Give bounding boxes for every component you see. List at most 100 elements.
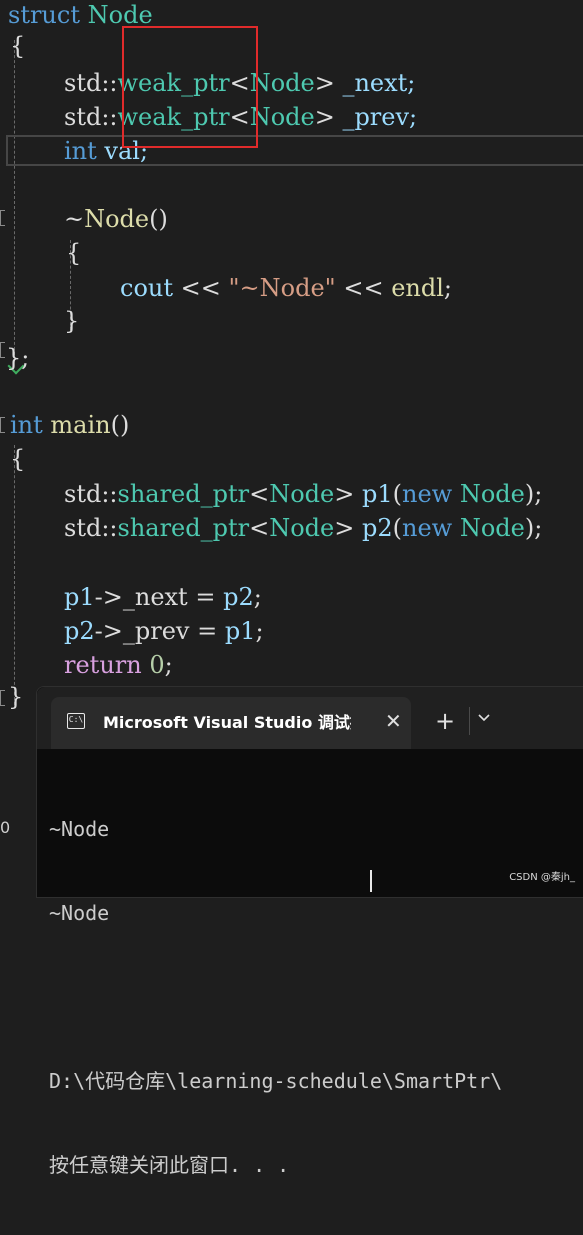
paren-open: ( <box>392 480 402 508</box>
output-line: 按任意键关闭此窗口. . . <box>49 1153 290 1177</box>
indent-guide <box>14 445 15 705</box>
add-tab-icon[interactable]: + <box>435 709 455 733</box>
code-line: cout << "~Node" << endl; <box>120 271 452 305</box>
string-literal: ~Node <box>239 274 325 302</box>
angle-close: > <box>314 103 335 131</box>
operator: << <box>335 274 392 302</box>
function-name: Node <box>84 205 150 233</box>
code-line: { <box>10 29 25 63</box>
member-name: _next; <box>334 69 416 97</box>
type-name: Node <box>269 480 335 508</box>
chevron-down-icon[interactable] <box>477 711 491 725</box>
type-name: Node <box>459 514 525 542</box>
string-quote: " <box>324 274 336 302</box>
fold-marker[interactable] <box>0 210 5 226</box>
angle-close: > <box>334 480 355 508</box>
tab-title: Microsoft Visual Studio 调试控制台 <box>103 713 351 732</box>
brace: }; <box>6 344 30 372</box>
tilde: ~ <box>64 205 85 233</box>
output-line: ~Node <box>49 901 110 925</box>
arrow-operator: -> <box>94 583 123 611</box>
variable-name: p1 <box>361 480 393 508</box>
variable-name: p2 <box>64 617 95 645</box>
output-line: ~Node <box>49 817 110 841</box>
variable-name: p2 <box>361 514 393 542</box>
namespace: std:: <box>64 480 118 508</box>
watermark: CSDN @秦jh_ <box>509 872 575 883</box>
fold-marker[interactable] <box>0 342 5 358</box>
angle-open: < <box>249 514 270 542</box>
type-name: Node <box>459 480 525 508</box>
operator: << <box>173 274 229 302</box>
paren-close: ); <box>524 514 543 542</box>
indent-guide <box>14 40 15 360</box>
number-literal: 0 <box>149 651 165 679</box>
keyword: return <box>64 651 142 679</box>
code-line: p1->_next = p2; <box>64 580 262 614</box>
angle-close: > <box>334 514 355 542</box>
code-line: return 0; <box>64 648 173 682</box>
member-name: _next <box>122 583 188 611</box>
keyword: struct <box>8 1 80 29</box>
close-icon[interactable]: ✕ <box>385 709 402 733</box>
output-line: D:\代码仓库\learning-schedule\SmartPtr\ <box>49 1069 503 1093</box>
debug-console-window[interactable]: C:\ Microsoft Visual Studio 调试控制台 ✕ + ~N… <box>36 686 583 1177</box>
string-quote: " <box>228 274 240 302</box>
console-tab[interactable]: C:\ Microsoft Visual Studio 调试控制台 ✕ <box>51 697 411 749</box>
code-line: int main() <box>10 408 129 442</box>
variable-name: p1 <box>64 583 95 611</box>
semicolon: ; <box>255 617 264 645</box>
member-name: _prev <box>122 617 190 645</box>
semicolon: ; <box>253 583 262 611</box>
identifier: endl <box>391 274 444 302</box>
fold-marker[interactable] <box>0 690 5 706</box>
parens: () <box>110 411 130 439</box>
code-line: } <box>8 680 23 714</box>
keyword: new <box>402 514 453 542</box>
type-name: Node <box>269 514 335 542</box>
semicolon: ; <box>443 274 452 302</box>
brace: } <box>8 683 24 711</box>
code-line: p2->_prev = p1; <box>64 614 264 648</box>
namespace: std:: <box>64 103 118 131</box>
code-line: }; <box>6 341 29 375</box>
code-line: std::shared_ptr<Node> p1(new Node); <box>64 477 542 511</box>
console-output: ~Node ~Node D:\代码仓库\learning-schedule\Sm… <box>49 759 502 1235</box>
namespace: std:: <box>64 514 118 542</box>
brace: } <box>64 307 80 335</box>
parens: () <box>149 205 168 233</box>
semicolon: ; <box>164 651 173 679</box>
angle-close: > <box>314 69 335 97</box>
console-tab-bar: C:\ Microsoft Visual Studio 调试控制台 ✕ + <box>37 687 583 749</box>
paren-close: ); <box>524 480 543 508</box>
keyword: new <box>402 480 453 508</box>
code-line: { <box>10 442 25 476</box>
code-line: } <box>64 304 79 338</box>
type-name: Node <box>249 69 315 97</box>
type-name: Node <box>87 1 153 29</box>
brace: { <box>66 239 82 267</box>
annotation-highlight-box <box>122 26 258 148</box>
paren-open: ( <box>392 514 402 542</box>
divider <box>469 707 470 735</box>
code-line: std::shared_ptr<Node> p2(new Node); <box>64 511 542 545</box>
namespace: std:: <box>64 69 118 97</box>
operator: = <box>187 583 224 611</box>
brace: { <box>10 32 26 60</box>
keyword: int <box>64 137 97 165</box>
variable-name: p1 <box>224 617 256 645</box>
angle-open: < <box>249 480 270 508</box>
brace: { <box>10 445 26 473</box>
function-name: main <box>50 411 111 439</box>
console-icon: C:\ <box>67 713 85 729</box>
keyword: int <box>10 411 43 439</box>
member-name: _prev; <box>334 103 418 131</box>
line-number: 0 <box>0 818 11 837</box>
fold-marker[interactable] <box>0 417 5 433</box>
code-line: { <box>66 236 81 270</box>
operator: = <box>189 617 225 645</box>
type-name: Node <box>249 103 315 131</box>
variable-name: p2 <box>223 583 254 611</box>
arrow-operator: -> <box>94 617 123 645</box>
